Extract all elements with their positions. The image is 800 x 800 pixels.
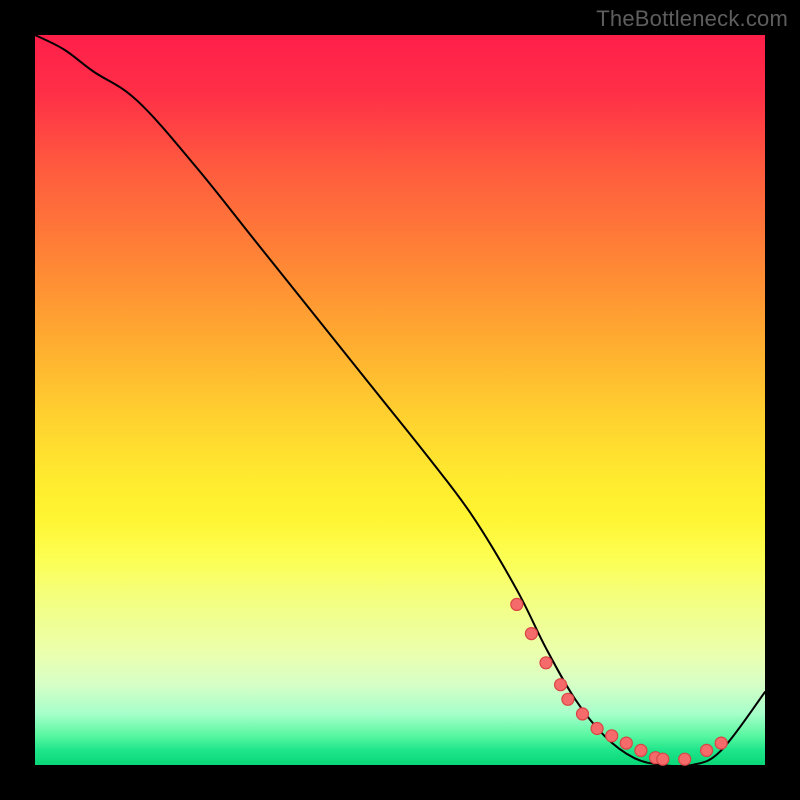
- bottleneck-curve: [35, 35, 765, 767]
- highlight-dot: [511, 598, 523, 610]
- highlight-dot: [525, 628, 537, 640]
- highlight-dot: [679, 753, 691, 765]
- highlight-dot: [620, 737, 632, 749]
- highlight-dot: [715, 737, 727, 749]
- highlight-dot: [657, 753, 669, 765]
- highlight-dot: [701, 744, 713, 756]
- chart-frame: TheBottleneck.com: [0, 0, 800, 800]
- highlight-dot: [635, 744, 647, 756]
- watermark-text: TheBottleneck.com: [596, 6, 788, 32]
- highlight-dot: [555, 679, 567, 691]
- plot-area: [35, 35, 765, 765]
- highlight-dot: [577, 708, 589, 720]
- highlight-dot: [562, 693, 574, 705]
- chart-svg: [35, 35, 765, 765]
- highlight-dot: [606, 730, 618, 742]
- highlight-dots-group: [511, 598, 727, 765]
- highlight-dot: [591, 723, 603, 735]
- highlight-dot: [540, 657, 552, 669]
